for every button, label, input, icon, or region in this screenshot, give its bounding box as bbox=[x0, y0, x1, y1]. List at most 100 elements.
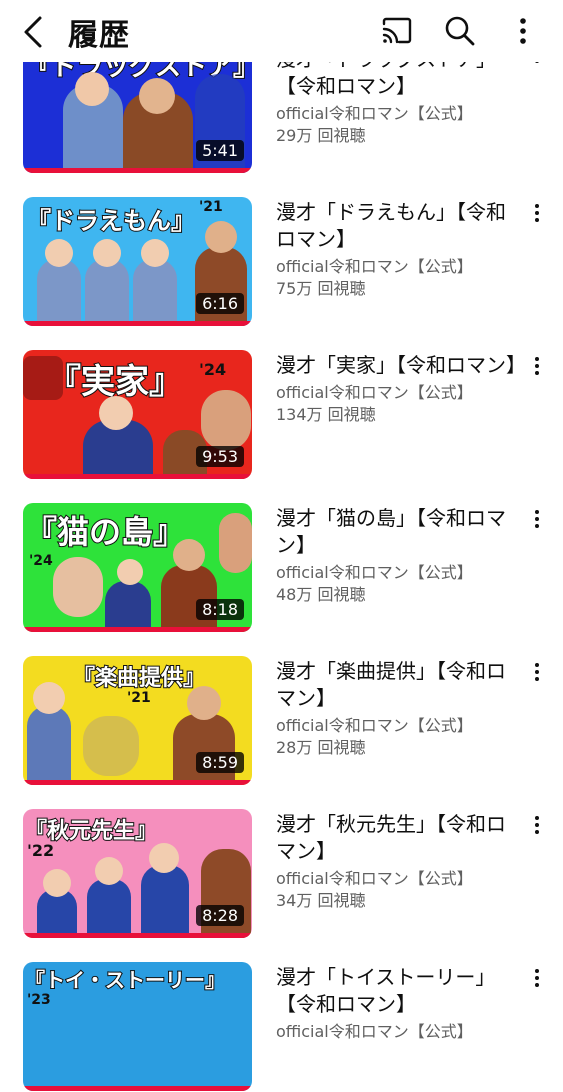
video-thumbnail[interactable]: 『トイ・ストーリー』 '23 bbox=[23, 962, 252, 1091]
app-header: 履歴 bbox=[0, 0, 563, 62]
video-duration: 8:28 bbox=[196, 905, 244, 926]
video-meta: 漫才「トイストーリー」【令和ロマン】 official令和ロマン【公式】 bbox=[276, 964, 524, 1043]
person-figure bbox=[149, 843, 179, 873]
video-duration: 6:16 bbox=[196, 293, 244, 314]
person-figure bbox=[43, 869, 71, 897]
video-item[interactable]: 『秋元先生』 '22 8:28 漫才「秋元先生」【令和ロマン】 official… bbox=[0, 809, 563, 939]
video-title[interactable]: 漫才「楽曲提供」【令和ロマン】 bbox=[276, 658, 524, 712]
video-item[interactable]: 『猫の島』 '24 8:18 漫才「猫の島」【令和ロマン】 official令和… bbox=[0, 503, 563, 633]
more-vert-icon[interactable] bbox=[525, 507, 549, 531]
person-figure bbox=[95, 857, 123, 885]
watch-progress-bar bbox=[23, 321, 252, 326]
channel-name: official令和ロマン【公式】 bbox=[276, 104, 473, 123]
person-figure bbox=[33, 682, 65, 714]
more-vert-icon[interactable] bbox=[525, 966, 549, 990]
more-vert-icon[interactable] bbox=[525, 354, 549, 378]
video-duration: 5:41 bbox=[196, 140, 244, 161]
view-count: 28万 回視聴 bbox=[276, 738, 366, 757]
thumbnail-title-text: 『楽曲提供』 bbox=[72, 665, 206, 692]
person-figure bbox=[141, 865, 189, 938]
view-count: 29万 回視聴 bbox=[276, 126, 366, 145]
watch-progress-bar bbox=[23, 168, 252, 173]
person-figure bbox=[205, 221, 237, 253]
person-figure bbox=[187, 686, 221, 720]
person-figure bbox=[141, 239, 169, 267]
person-figure bbox=[53, 557, 103, 617]
person-figure bbox=[45, 239, 73, 267]
video-thumbnail[interactable]: 『ドラッグストア』 5:41 bbox=[23, 44, 252, 173]
thumbnail-year: '23 bbox=[27, 992, 51, 1008]
watch-progress-bar bbox=[23, 780, 252, 785]
thumbnail-year: '21 bbox=[199, 199, 223, 215]
thumbnail-year: '24 bbox=[29, 553, 53, 569]
thumbnail-year: '21 bbox=[127, 690, 151, 706]
page-title: 履歴 bbox=[68, 18, 130, 53]
person-figure bbox=[37, 259, 81, 326]
video-thumbnail[interactable]: 『楽曲提供』 '21 8:59 bbox=[23, 656, 252, 785]
cast-icon[interactable] bbox=[380, 14, 414, 48]
channel-name: official令和ロマン【公式】 bbox=[276, 257, 473, 276]
video-item[interactable]: 『ドラえもん』 '21 6:16 漫才「ドラえもん」【令和ロマン】 offici… bbox=[0, 197, 563, 327]
channel-name: official令和ロマン【公式】 bbox=[276, 383, 473, 402]
person-figure bbox=[117, 559, 143, 585]
person-figure bbox=[201, 390, 251, 450]
person-figure bbox=[133, 259, 177, 326]
channel-name: official令和ロマン【公式】 bbox=[276, 1022, 473, 1041]
person-figure bbox=[85, 259, 129, 326]
video-thumbnail[interactable]: 『実家』 '24 9:53 bbox=[23, 350, 252, 479]
person-figure bbox=[173, 539, 205, 571]
view-count: 48万 回視聴 bbox=[276, 585, 366, 604]
person-figure bbox=[105, 581, 151, 632]
video-title[interactable]: 漫才「トイストーリー」【令和ロマン】 bbox=[276, 964, 524, 1018]
video-title[interactable]: 漫才「実家」【令和ロマン】 bbox=[276, 352, 526, 379]
watch-progress-bar bbox=[23, 933, 252, 938]
video-meta: 漫才「実家」【令和ロマン】 official令和ロマン【公式】 134万 回視聴 bbox=[276, 352, 526, 426]
video-meta: 漫才「ドラえもん」【令和ロマン】 official令和ロマン【公式】 75万 回… bbox=[276, 199, 524, 300]
person-figure bbox=[87, 879, 131, 938]
more-vert-icon[interactable] bbox=[525, 660, 549, 684]
watch-progress-bar bbox=[23, 474, 252, 479]
video-title[interactable]: 漫才「ドラえもん」【令和ロマン】 bbox=[276, 199, 524, 253]
video-thumbnail[interactable]: 『猫の島』 '24 8:18 bbox=[23, 503, 252, 632]
person-figure bbox=[23, 356, 63, 400]
more-vert-icon[interactable] bbox=[506, 14, 540, 48]
thumbnail-year: '24 bbox=[199, 360, 227, 379]
video-title[interactable]: 漫才「秋元先生」【令和ロマン】 bbox=[276, 811, 524, 865]
person-figure bbox=[93, 239, 121, 267]
video-title[interactable]: 漫才「猫の島」【令和ロマン】 bbox=[276, 505, 524, 559]
thumbnail-title-text: 『トイ・ストーリー』 bbox=[24, 967, 226, 993]
person-figure bbox=[99, 396, 133, 430]
video-thumbnail[interactable]: 『ドラえもん』 '21 6:16 bbox=[23, 197, 252, 326]
person-figure bbox=[195, 247, 247, 326]
video-thumbnail[interactable]: 『秋元先生』 '22 8:28 bbox=[23, 809, 252, 938]
person-figure bbox=[83, 716, 139, 776]
video-duration: 8:18 bbox=[196, 599, 244, 620]
video-item[interactable]: 『トイ・ストーリー』 '23 漫才「トイストーリー」【令和ロマン】 offici… bbox=[0, 962, 563, 1092]
video-duration: 8:59 bbox=[196, 752, 244, 773]
more-vert-icon[interactable] bbox=[525, 201, 549, 225]
person-figure bbox=[27, 706, 71, 785]
more-vert-icon[interactable] bbox=[525, 813, 549, 837]
channel-name: official令和ロマン【公式】 bbox=[276, 869, 473, 888]
thumbnail-title-text: 『猫の島』 bbox=[24, 512, 186, 552]
video-item[interactable]: 『実家』 '24 9:53 漫才「実家」【令和ロマン】 official令和ロマ… bbox=[0, 350, 563, 480]
video-meta: 漫才「猫の島」【令和ロマン】 official令和ロマン【公式】 48万 回視聴 bbox=[276, 505, 524, 606]
video-meta: 漫才「秋元先生」【令和ロマン】 official令和ロマン【公式】 34万 回視… bbox=[276, 811, 524, 912]
person-figure bbox=[75, 72, 109, 106]
thumbnail-title-text: 『ドラえもん』 bbox=[26, 206, 196, 236]
video-item[interactable]: 『ドラッグストア』 5:41 漫才「ドラッグストア」【令和ロマン】 offici… bbox=[0, 44, 563, 174]
channel-name: official令和ロマン【公式】 bbox=[276, 563, 473, 582]
search-icon[interactable] bbox=[443, 14, 477, 48]
view-count: 34万 回視聴 bbox=[276, 891, 366, 910]
video-meta: 漫才「楽曲提供」【令和ロマン】 official令和ロマン【公式】 28万 回視… bbox=[276, 658, 524, 759]
thumbnail-year: '22 bbox=[27, 841, 55, 860]
watch-progress-bar bbox=[23, 627, 252, 632]
view-count: 134万 回視聴 bbox=[276, 405, 376, 424]
person-figure bbox=[139, 78, 175, 114]
person-figure bbox=[219, 513, 252, 573]
chevron-left-icon[interactable] bbox=[18, 14, 52, 50]
video-duration: 9:53 bbox=[196, 446, 244, 467]
video-item[interactable]: 『楽曲提供』 '21 8:59 漫才「楽曲提供」【令和ロマン】 official… bbox=[0, 656, 563, 786]
view-count: 75万 回視聴 bbox=[276, 279, 366, 298]
person-figure bbox=[173, 714, 235, 785]
